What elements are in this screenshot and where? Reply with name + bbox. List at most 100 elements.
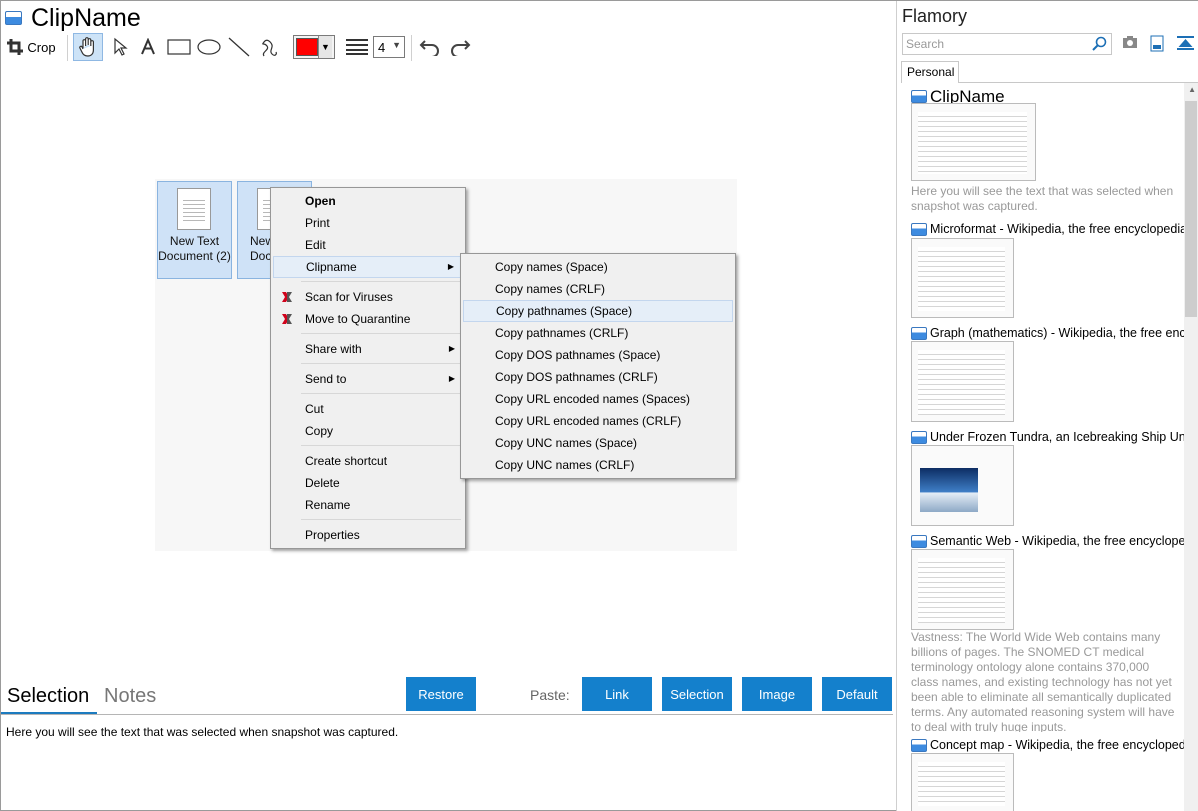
crop-button[interactable]: Crop [5,33,57,61]
menu-item-rename[interactable]: Rename [273,494,463,516]
menu-item-share-with[interactable]: Share with ▶ [273,338,463,360]
collapse-icon[interactable] [1177,35,1194,51]
restore-button[interactable]: Restore [406,677,476,711]
line-width-icon [346,39,368,55]
scrollbar-thumb[interactable] [1185,101,1197,317]
entry-thumbnail[interactable] [911,549,1014,630]
submenu-item[interactable]: Copy DOS pathnames (CRLF) [463,366,733,388]
browser-page-icon [911,739,927,752]
redo-icon [451,40,471,56]
line-width-select[interactable]: 4 ▼ [373,36,405,58]
paste-selection-button[interactable]: Selection [662,677,732,711]
paste-default-button[interactable]: Default [822,677,892,711]
menu-item-delete[interactable]: Delete [273,472,463,494]
menu-item-cut[interactable]: Cut [273,398,463,420]
tab-selection[interactable]: Selection [7,685,89,708]
entry-thumbnail[interactable] [911,445,1014,526]
entry-thumbnail[interactable] [911,103,1036,181]
selection-text[interactable]: Here you will see the text that was sele… [6,725,398,739]
menu-item-label: Share with [305,342,362,356]
file-icon-1[interactable]: New Text Document (2) [157,181,232,279]
select-tool-button[interactable] [107,33,133,61]
tab-notes[interactable]: Notes [104,685,156,708]
rectangle-tool-button[interactable] [165,33,193,61]
search-placeholder: Search [906,37,945,51]
browser-page-icon [911,223,927,236]
submenu-item[interactable]: Copy pathnames (CRLF) [463,322,733,344]
menu-item-quarantine[interactable]: Move to Quarantine [273,308,463,330]
ellipse-icon [197,39,221,55]
chevron-down-icon: ▼ [392,40,401,50]
submenu-item[interactable]: Copy pathnames (Space) [463,300,733,322]
search-input[interactable]: Search [902,33,1112,55]
menu-item-label: Scan for Viruses [305,290,393,304]
undo-button[interactable] [417,33,443,61]
clipname-entry-icon [911,90,927,103]
clipname-submenu: Copy names (Space) Copy names (CRLF) Cop… [460,253,736,479]
entry-title[interactable]: Semantic Web - Wikipedia, the free encyc… [930,534,1192,548]
freehand-tool-button[interactable] [255,33,283,61]
paste-image-button[interactable]: Image [742,677,812,711]
text-tool-button[interactable] [135,33,161,61]
camera-icon[interactable] [1122,35,1138,49]
entry-thumbnail[interactable] [911,341,1014,422]
redo-button[interactable] [447,33,473,61]
line-tool-button[interactable] [225,33,253,61]
menu-item-open[interactable]: Open [273,190,463,212]
ellipse-tool-button[interactable] [195,33,223,61]
menu-item-label: Copy [305,424,334,438]
submenu-item-label: Copy names (Space) [495,260,608,274]
context-menu: Open Print Edit Clipname ▶ Scan for Virus… [270,187,466,549]
crop-label: Crop [27,39,56,55]
color-picker[interactable]: ▼ [293,35,335,59]
menu-item-label: Cut [305,402,324,416]
menu-item-scan[interactable]: Scan for Viruses [273,286,463,308]
divider [1,714,893,715]
submenu-item[interactable]: Copy URL encoded names (Spaces) [463,388,733,410]
crop-icon [7,39,24,55]
entry-title[interactable]: Microformat - Wikipedia, the free encycl… [930,222,1187,236]
browser-page-icon [911,327,927,340]
menu-item-properties[interactable]: Properties [273,524,463,546]
app-title: ClipName [31,4,141,32]
line-width-button[interactable] [343,33,371,61]
menu-item-copy[interactable]: Copy [273,420,463,442]
submenu-item-label: Copy names (CRLF) [495,282,606,296]
antivirus-icon [282,292,292,302]
document-icon[interactable] [1150,35,1164,52]
browser-page-icon [911,535,927,548]
submenu-item[interactable]: Copy UNC names (Space) [463,432,733,454]
submenu-item[interactable]: Copy UNC names (CRLF) [463,454,733,476]
submenu-item-label: Copy UNC names (Space) [495,436,638,450]
menu-item-send-to[interactable]: Send to ▶ [273,368,463,390]
submenu-item-label: Copy UNC names (CRLF) [495,458,635,472]
menu-item-create-shortcut[interactable]: Create shortcut [273,450,463,472]
paste-link-button[interactable]: Link [582,677,652,711]
freehand-icon [262,39,277,57]
tab-divider [959,82,1198,83]
menu-item-clipname[interactable]: Clipname ▶ [273,256,463,278]
submenu-item[interactable]: Copy names (Space) [463,256,733,278]
tab-personal[interactable]: Personal [901,61,959,83]
search-icon[interactable] [1091,36,1107,52]
entry-thumbnail[interactable] [911,753,1014,811]
scroll-up-icon[interactable]: ▲ [1188,85,1196,94]
menu-item-label: Move to Quarantine [305,312,411,326]
entry-note: Vastness: The World Wide Web contains ma… [911,630,1175,732]
line-width-value: 4 [378,39,386,55]
hand-tool-button[interactable] [73,33,103,61]
menu-item-label: Open [305,194,336,208]
submenu-item[interactable]: Copy names (CRLF) [463,278,733,300]
entry-title[interactable]: Under Frozen Tundra, an Icebreaking Ship… [930,430,1198,444]
color-swatch [296,38,318,56]
entry-note: Here you will see the text that was sele… [911,184,1174,213]
entry-thumbnail[interactable] [911,238,1014,318]
menu-item-print[interactable]: Print [273,212,463,234]
menu-item-label: Delete [305,476,340,490]
submenu-item[interactable]: Copy URL encoded names (CRLF) [463,410,733,432]
entry-title[interactable]: Concept map - Wikipedia, the free encycl… [930,738,1188,752]
submenu-item[interactable]: Copy DOS pathnames (Space) [463,344,733,366]
menu-item-edit[interactable]: Edit [273,234,463,256]
submenu-item-label: Copy pathnames (CRLF) [495,326,629,340]
entry-title[interactable]: Graph (mathematics) - Wikipedia, the fre… [930,326,1192,340]
